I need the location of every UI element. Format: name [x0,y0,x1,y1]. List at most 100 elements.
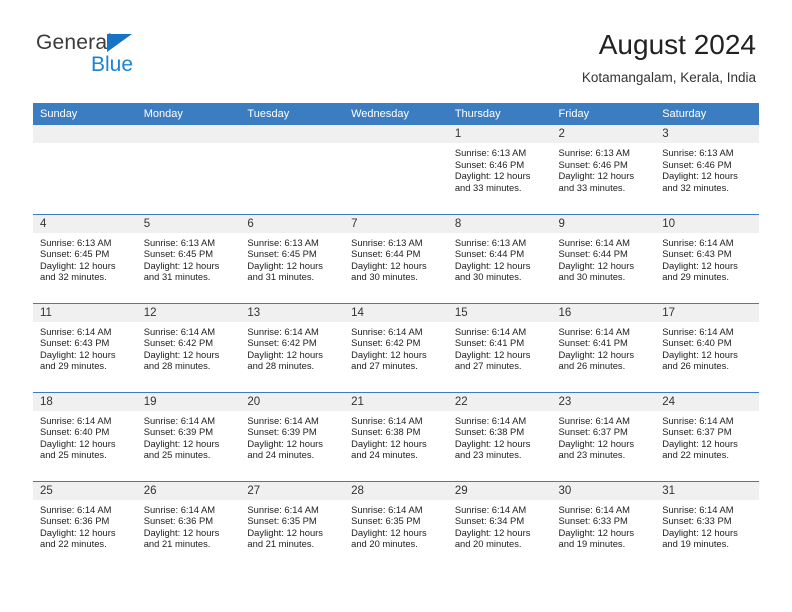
calendar-day-cell [33,125,137,214]
calendar-day-cell[interactable]: 11 Sunrise: 6:14 AM Sunset: 6:43 PM Dayligh… [33,302,137,392]
calendar-day-cell[interactable]: 17 Sunrise: 6:14 AM Sunset: 6:40 PM Dayligh… [655,302,759,392]
calendar-day-cell[interactable]: 25 Sunrise: 6:14 AM Sunset: 6:36 PM Dayligh… [33,480,137,570]
day-sun-info: Sunrise: 6:14 AM Sunset: 6:36 PM Daylight:… [33,500,137,550]
calendar-day-cell[interactable]: 16 Sunrise: 6:14 AM Sunset: 6:41 PM Dayligh… [551,302,656,392]
calendar-day-cell[interactable]: 6 Sunrise: 6:13 AM Sunset: 6:45 PM Daylight… [240,213,345,303]
sunrise-text: Sunrise: 6:14 AM [558,325,630,337]
calendar-day-cell[interactable]: 21 Sunrise: 6:14 AM Sunset: 6:38 PM Dayligh… [344,391,448,481]
calendar-day-cell[interactable]: 23 Sunrise: 6:14 AM Sunset: 6:37 PM Dayligh… [551,391,656,481]
day-sun-info: Sunrise: 6:14 AM Sunset: 6:40 PM Daylight:… [655,322,759,372]
sunset-text: Sunset: 6:41 PM [558,337,628,349]
day-number [33,125,137,143]
day-sun-info: Sunrise: 6:14 AM Sunset: 6:43 PM Daylight:… [33,322,137,372]
sunrise-text: Sunrise: 6:13 AM [662,147,734,158]
daylight-text-line2: and 26 minutes. [558,360,626,372]
daylight-text-line2: and 26 minutes. [662,360,729,372]
daylight-text-line1: Daylight: 12 hours [558,170,635,182]
calendar-body: 1 Sunrise: 6:13 AM Sunset: 6:46 PM Daylight… [33,125,759,570]
calendar-day-cell[interactable]: 13 Sunrise: 6:14 AM Sunset: 6:42 PM Dayligh… [240,302,345,392]
calendar-day-cell[interactable]: 30 Sunrise: 6:14 AM Sunset: 6:33 PM Dayligh… [551,480,656,570]
daylight-text-line2: and 19 minutes. [662,538,729,550]
day-number [136,125,241,143]
calendar-day-cell[interactable]: 20 Sunrise: 6:14 AM Sunset: 6:39 PM Dayligh… [240,391,345,481]
daylight-text-line2: and 32 minutes. [662,181,729,193]
calendar-day-cell[interactable]: 9 Sunrise: 6:14 AM Sunset: 6:44 PM Daylight… [551,213,656,303]
brand-name-general: General [36,31,113,54]
day-number: 31 [655,481,759,500]
sunset-text: Sunset: 6:40 PM [662,337,732,349]
day-sun-info: Sunrise: 6:14 AM Sunset: 6:42 PM Daylight:… [137,322,241,372]
sunset-text: Sunset: 6:44 PM [351,248,421,260]
day-sun-info: Sunrise: 6:14 AM Sunset: 6:33 PM Daylight:… [655,500,759,550]
sunset-text: Sunset: 6:43 PM [40,337,110,349]
calendar-day-cell[interactable]: 24 Sunrise: 6:14 AM Sunset: 6:37 PM Dayligh… [655,391,759,481]
daylight-text-line1: Daylight: 12 hours [247,348,323,360]
calendar-day-cell[interactable]: 29 Sunrise: 6:14 AM Sunset: 6:34 PM Dayligh… [447,480,552,570]
weekday-header-friday: Friday [551,103,656,125]
day-sun-info: Sunrise: 6:14 AM Sunset: 6:39 PM Daylight:… [240,411,344,461]
calendar-day-cell[interactable]: 31 Sunrise: 6:14 AM Sunset: 6:33 PM Dayligh… [655,480,759,570]
calendar-day-cell[interactable]: 14 Sunrise: 6:14 AM Sunset: 6:42 PM Dayligh… [344,302,448,392]
daylight-text-line1: Daylight: 12 hours [247,526,323,538]
daylight-text-line1: Daylight: 12 hours [454,259,531,271]
calendar-day-cell[interactable]: 8 Sunrise: 6:13 AM Sunset: 6:44 PM Daylight… [447,213,552,303]
calendar-week-row: 4 Sunrise: 6:13 AM Sunset: 6:45 PM Daylight… [33,213,759,303]
daylight-text-line1: Daylight: 12 hours [351,259,427,271]
day-number: 1 [447,125,552,143]
day-number: 8 [447,214,552,233]
sunset-text: Sunset: 6:37 PM [662,426,732,438]
calendar-day-cell[interactable]: 18 Sunrise: 6:14 AM Sunset: 6:40 PM Dayligh… [33,391,137,481]
daylight-text-line1: Daylight: 12 hours [143,259,220,271]
day-number: 21 [344,392,448,411]
day-number: 10 [655,214,759,233]
day-sun-info: Sunrise: 6:14 AM Sunset: 6:35 PM Daylight:… [240,500,344,550]
sunset-text: Sunset: 6:46 PM [558,158,628,170]
calendar-week-row: 25 Sunrise: 6:14 AM Sunset: 6:36 PM Dayligh… [33,480,759,570]
brand-logo[interactable]: General Blue [36,32,216,84]
calendar-day-cell[interactable]: 3 Sunrise: 6:13 AM Sunset: 6:46 PM Daylight… [655,125,759,214]
day-number: 13 [240,303,345,322]
sunset-text: Sunset: 6:40 PM [40,426,110,438]
daylight-text-line1: Daylight: 12 hours [454,437,531,449]
weekday-header-sunday: Sunday [33,103,137,125]
daylight-text-line1: Daylight: 12 hours [558,437,635,449]
day-sun-info: Sunrise: 6:14 AM Sunset: 6:42 PM Daylight:… [240,322,344,372]
calendar-day-cell[interactable]: 2 Sunrise: 6:13 AM Sunset: 6:46 PM Daylight… [551,125,656,214]
day-number: 17 [655,303,759,322]
daylight-text-line2: and 22 minutes. [662,449,729,461]
calendar-day-cell[interactable]: 12 Sunrise: 6:14 AM Sunset: 6:42 PM Dayligh… [136,302,241,392]
calendar-day-cell[interactable]: 27 Sunrise: 6:14 AM Sunset: 6:35 PM Dayligh… [240,480,345,570]
sunrise-text: Sunrise: 6:14 AM [454,414,527,426]
day-number: 6 [240,214,345,233]
daylight-text-line2: and 29 minutes. [40,360,107,372]
calendar-day-cell[interactable]: 1 Sunrise: 6:13 AM Sunset: 6:46 PM Daylight… [447,125,552,214]
sunrise-text: Sunrise: 6:14 AM [40,325,112,337]
daylight-text-line2: and 25 minutes. [143,449,211,461]
calendar-day-cell[interactable]: 5 Sunrise: 6:13 AM Sunset: 6:45 PM Daylight… [136,213,241,303]
daylight-text-line1: Daylight: 12 hours [454,170,531,182]
sunset-text: Sunset: 6:35 PM [351,515,421,527]
calendar-day-cell[interactable]: 28 Sunrise: 6:14 AM Sunset: 6:35 PM Dayligh… [344,480,448,570]
daylight-text-line1: Daylight: 12 hours [558,259,635,271]
calendar-day-cell[interactable]: 7 Sunrise: 6:13 AM Sunset: 6:44 PM Daylight… [344,213,448,303]
brand-name-blue: Blue [91,53,134,76]
day-number: 12 [136,303,241,322]
day-sun-info: Sunrise: 6:14 AM Sunset: 6:37 PM Daylight:… [552,411,656,461]
daylight-text-line1: Daylight: 12 hours [40,437,116,449]
day-number: 2 [551,125,656,143]
calendar-day-cell[interactable]: 22 Sunrise: 6:14 AM Sunset: 6:38 PM Dayligh… [447,391,552,481]
day-sun-info: Sunrise: 6:13 AM Sunset: 6:44 PM Daylight:… [344,233,448,283]
sunrise-text: Sunrise: 6:14 AM [40,414,112,426]
calendar-day-cell[interactable]: 26 Sunrise: 6:14 AM Sunset: 6:36 PM Dayligh… [136,480,241,570]
calendar-day-cell[interactable]: 15 Sunrise: 6:14 AM Sunset: 6:41 PM Dayligh… [447,302,552,392]
calendar-day-cell[interactable]: 10 Sunrise: 6:14 AM Sunset: 6:43 PM Dayligh… [655,213,759,303]
daylight-text-line2: and 29 minutes. [662,271,729,283]
daylight-text-line2: and 31 minutes. [143,271,211,283]
sunset-text: Sunset: 6:42 PM [247,337,317,349]
calendar-day-cell[interactable]: 4 Sunrise: 6:13 AM Sunset: 6:45 PM Daylight… [33,213,137,303]
calendar-day-cell[interactable]: 19 Sunrise: 6:14 AM Sunset: 6:39 PM Dayligh… [136,391,241,481]
daylight-text-line2: and 24 minutes. [247,449,315,461]
day-sun-info: Sunrise: 6:14 AM Sunset: 6:35 PM Daylight:… [344,500,448,550]
daylight-text-line1: Daylight: 12 hours [40,526,116,538]
day-sun-info: Sunrise: 6:14 AM Sunset: 6:41 PM Daylight:… [552,322,656,372]
